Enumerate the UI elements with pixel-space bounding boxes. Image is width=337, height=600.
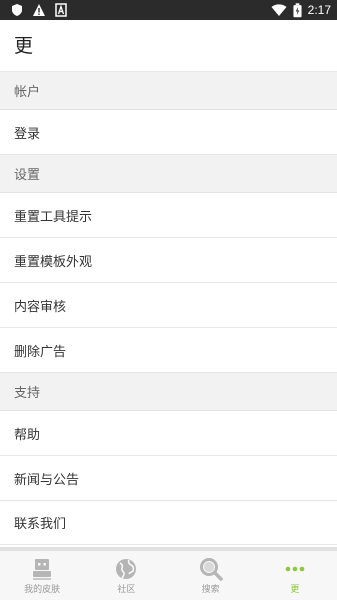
settings-list: 帐户 登录 设置 重置工具提示 重置模板外观 内容审核 删除广告 支持 帮助 新… bbox=[0, 72, 337, 545]
menu-item-reset-template-look[interactable]: 重置模板外观 bbox=[0, 238, 337, 283]
nav-label-community: 社区 bbox=[117, 585, 136, 595]
nav-tab-search[interactable]: 搜索 bbox=[169, 551, 253, 600]
menu-item-remove-ads[interactable]: 删除广告 bbox=[0, 328, 337, 373]
wifi-icon bbox=[271, 4, 287, 16]
section-header-settings: 设置 bbox=[0, 155, 337, 193]
menu-item-help[interactable]: 帮助 bbox=[0, 411, 337, 456]
warning-icon bbox=[33, 4, 45, 16]
menu-item-login[interactable]: 登录 bbox=[0, 110, 337, 155]
section-header-support: 支持 bbox=[0, 373, 337, 411]
menu-item-news[interactable]: 新闻与公告 bbox=[0, 456, 337, 501]
nav-tab-more[interactable]: 更 bbox=[253, 551, 337, 600]
nav-label-more: 更 bbox=[290, 585, 300, 595]
shield-icon bbox=[12, 4, 22, 16]
nav-tab-my-skins[interactable]: 我的皮肤 bbox=[0, 551, 84, 600]
skin-icon bbox=[33, 559, 52, 580]
app-header: 更 bbox=[0, 20, 337, 72]
more-icon bbox=[285, 566, 305, 572]
nav-label-my-skins: 我的皮肤 bbox=[24, 585, 61, 595]
section-header-account: 帐户 bbox=[0, 72, 337, 110]
a-icon bbox=[55, 3, 67, 17]
nav-tab-community[interactable]: 社区 bbox=[84, 551, 168, 600]
globe-icon bbox=[116, 559, 137, 579]
status-time: 2:17 bbox=[307, 3, 331, 17]
search-icon bbox=[199, 558, 223, 581]
page-title: 更 bbox=[14, 35, 34, 57]
nav-label-search: 搜索 bbox=[201, 585, 220, 595]
menu-item-contact-us[interactable]: 联系我们 bbox=[0, 501, 337, 545]
bottom-nav: 我的皮肤 社区 搜索 更 bbox=[0, 547, 337, 600]
menu-item-reset-tooltips[interactable]: 重置工具提示 bbox=[0, 193, 337, 238]
menu-item-content-review[interactable]: 内容审核 bbox=[0, 283, 337, 328]
status-bar: 2:17 bbox=[0, 0, 337, 20]
battery-icon bbox=[293, 2, 302, 17]
